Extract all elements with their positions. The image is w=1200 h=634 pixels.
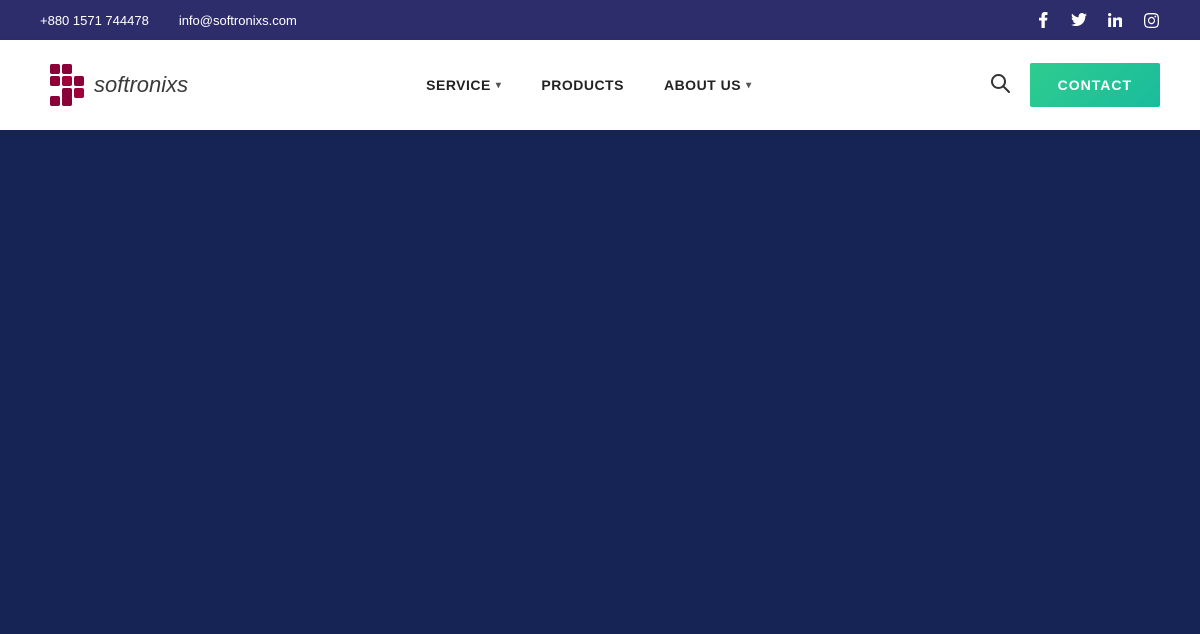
about-us-label: ABOUT US <box>664 77 741 93</box>
phone-number: +880 1571 744478 <box>40 13 149 28</box>
linkedin-icon[interactable] <box>1106 11 1124 29</box>
service-label: SERVICE <box>426 77 491 93</box>
hero-section <box>0 130 1200 634</box>
nav-right: CONTACT <box>990 63 1160 107</box>
nav-links: SERVICE ▾ PRODUCTS ABOUT US ▾ <box>426 77 751 93</box>
search-icon <box>990 73 1010 93</box>
top-bar-contact: +880 1571 744478 info@softronixs.com <box>40 13 297 28</box>
search-button[interactable] <box>990 73 1010 98</box>
nav-service[interactable]: SERVICE ▾ <box>426 77 501 93</box>
logo[interactable]: softronixs <box>40 60 188 110</box>
about-us-chevron-icon: ▾ <box>746 80 752 91</box>
nav-about-us[interactable]: ABOUT US ▾ <box>664 77 752 93</box>
nav-products[interactable]: PRODUCTS <box>541 77 624 93</box>
facebook-icon[interactable] <box>1034 11 1052 29</box>
products-label: PRODUCTS <box>541 77 624 93</box>
logo-text: softronixs <box>94 72 188 98</box>
navbar: softronixs SERVICE ▾ PRODUCTS ABOUT US ▾… <box>0 40 1200 130</box>
instagram-icon[interactable] <box>1142 11 1160 29</box>
service-chevron-icon: ▾ <box>496 80 502 91</box>
twitter-icon[interactable] <box>1070 11 1088 29</box>
social-links <box>1034 11 1160 29</box>
email-address: info@softronixs.com <box>179 13 297 28</box>
contact-button[interactable]: CONTACT <box>1030 63 1160 107</box>
top-bar: +880 1571 744478 info@softronixs.com <box>0 0 1200 40</box>
